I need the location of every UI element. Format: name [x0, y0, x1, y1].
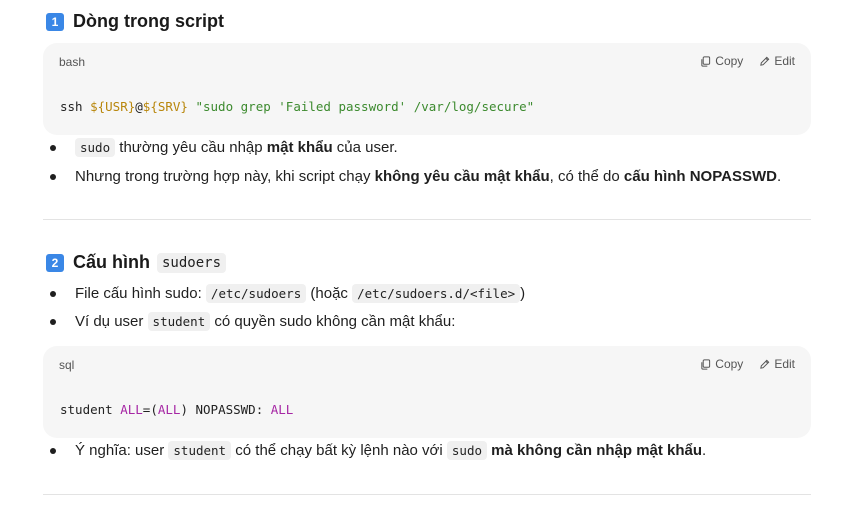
list-item: Ví dụ user student có quyền sudo không c…	[50, 312, 456, 331]
text-run: )	[520, 285, 526, 302]
list-item: Ý nghĩa: user student có thể chạy bất kỳ…	[50, 441, 707, 460]
bold-text: cấu hình NOPASSWD	[623, 168, 777, 185]
code-block-sql: sql Copy Edit student ALL=(ALL) NOPASSWD…	[43, 346, 811, 438]
text-run: , có thể do	[549, 168, 624, 185]
inline-code: sudo	[75, 138, 116, 157]
text-run: thường yêu cầu nhập	[115, 139, 267, 156]
inline-code: sudoers	[157, 252, 227, 273]
code-token-string: "sudo grep 'Failed password' /var/log/se…	[195, 99, 535, 114]
code-line: ssh ${USR}@${SRV} "sudo grep 'Failed pas…	[60, 99, 534, 114]
edit-pencil-icon	[760, 56, 770, 66]
code-token: =(	[142, 402, 158, 417]
keycap-number-icon: 2	[46, 253, 64, 272]
code-token-keyword: ALL	[270, 402, 294, 417]
bold-text: mà không cần nhập mật khẩu	[491, 442, 703, 459]
text-run: .	[776, 168, 782, 185]
text-run: của user.	[332, 139, 398, 156]
bullet-dot	[50, 318, 56, 325]
list-item: Nhưng trong trường hợp này, khi script c…	[50, 168, 781, 185]
inline-code: /etc/sudoers.d/<file>	[352, 284, 521, 303]
inline-code: student	[168, 441, 232, 460]
divider	[43, 219, 811, 220]
text-run: có thể chạy bất kỳ lệnh nào với	[231, 442, 447, 459]
section-1-title: Dòng trong script	[73, 11, 224, 31]
code-block-bash: bash Copy Edit ssh ${USR}@${SRV} "sudo g…	[43, 43, 811, 135]
bold-text: không yêu cầu mật khẩu	[374, 168, 550, 185]
list-item-text: File cấu hình sudo: /etc/sudoers (hoặc /…	[75, 284, 526, 303]
code-token: @	[135, 99, 143, 114]
section-2-heading: 2 Cấu hình sudoers	[46, 252, 227, 273]
bullet-dot	[50, 144, 56, 151]
copy-label: Copy	[715, 357, 744, 371]
list-item-text: sudo thường yêu cầu nhập mật khẩu của us…	[75, 138, 398, 157]
bullet-dot	[50, 173, 56, 180]
copy-button[interactable]: Copy	[700, 357, 743, 371]
text-run: (hoặc	[306, 285, 353, 302]
code-token: student	[60, 402, 121, 417]
text-run: Nhưng trong trường hợp này, khi script c…	[75, 168, 375, 185]
list-item-text: Nhưng trong trường hợp này, khi script c…	[75, 168, 781, 185]
code-token: ssh	[60, 99, 91, 114]
text-run: Ví dụ user	[75, 313, 148, 330]
divider	[43, 494, 811, 495]
code-token-variable: ${SRV}	[142, 99, 188, 114]
edit-label: Edit	[774, 357, 795, 371]
code-token-variable: ${USR}	[90, 99, 136, 114]
code-token: ) NOPASSWD:	[180, 402, 271, 417]
copy-button[interactable]: Copy	[700, 54, 743, 68]
edit-pencil-icon	[760, 359, 770, 369]
bullet-dot	[50, 290, 56, 297]
inline-code: /etc/sudoers	[205, 284, 307, 303]
code-language-label: bash	[59, 55, 86, 69]
code-token-keyword: ALL	[120, 402, 143, 417]
code-actions: Copy Edit	[700, 357, 795, 371]
bullet-dot	[50, 447, 56, 454]
code-token-keyword: ALL	[157, 402, 181, 417]
text-run: File cấu hình sudo:	[75, 285, 206, 302]
inline-code: sudo	[446, 441, 487, 460]
list-item-text: Ví dụ user student có quyền sudo không c…	[75, 312, 456, 331]
edit-button[interactable]: Edit	[759, 357, 795, 371]
list-item-text: Ý nghĩa: user student có thể chạy bất kỳ…	[75, 441, 707, 460]
list-item: File cấu hình sudo: /etc/sudoers (hoặc /…	[50, 284, 526, 303]
code-line: student ALL=(ALL) NOPASSWD: ALL	[60, 402, 293, 417]
code-actions: Copy Edit	[700, 54, 795, 68]
inline-code: student	[147, 312, 211, 331]
text-run: .	[702, 442, 707, 459]
copy-icon	[701, 55, 711, 67]
copy-label: Copy	[715, 54, 744, 68]
keycap-number-icon: 1	[46, 12, 64, 31]
edit-button[interactable]: Edit	[759, 54, 795, 68]
chat-response-content: 1 Dòng trong script bash Copy Edit ssh $…	[0, 0, 867, 508]
section-2-title: Cấu hình	[73, 252, 150, 272]
text-run: có quyền sudo không cần mật khẩu:	[210, 313, 456, 330]
text-run: Ý nghĩa: user	[75, 442, 169, 459]
edit-label: Edit	[774, 54, 795, 68]
section-1-heading: 1 Dòng trong script	[46, 11, 224, 32]
code-language-label: sql	[59, 358, 75, 372]
bold-text: mật khẩu	[266, 139, 333, 156]
list-item: sudo thường yêu cầu nhập mật khẩu của us…	[50, 138, 398, 157]
copy-icon	[701, 358, 711, 370]
